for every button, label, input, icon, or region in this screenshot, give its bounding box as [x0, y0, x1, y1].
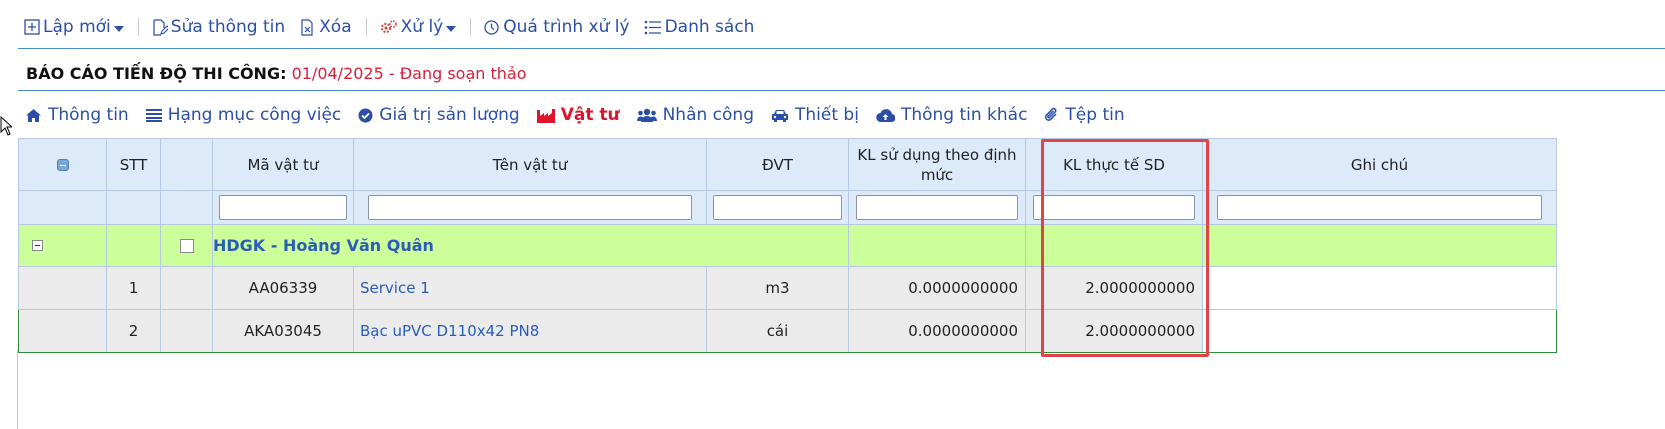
- header-stt[interactable]: STT: [106, 138, 161, 191]
- cell-material-code: AA06339: [212, 266, 354, 310]
- materials-table: STT Mã vật tư Tên vật tư ĐVT KL sử dụng …: [18, 138, 1557, 353]
- cell-stt: 1: [106, 266, 161, 310]
- factory-icon: [536, 108, 555, 123]
- process-button-label: Xử lý: [400, 17, 444, 37]
- filter-note-input[interactable]: [1217, 195, 1542, 220]
- filter-row: [18, 190, 1557, 225]
- collapse-group-icon[interactable]: [32, 239, 43, 251]
- cell-material-name[interactable]: Bạc uPVC D110x42 PN8: [353, 309, 707, 353]
- cell-actual-qty[interactable]: 2.0000000000: [1025, 266, 1203, 310]
- cell-planned-qty: 0.0000000000: [848, 266, 1026, 310]
- table-header: STT Mã vật tư Tên vật tư ĐVT KL sử dụng …: [18, 138, 1557, 191]
- tab-label: Thông tin: [48, 105, 129, 125]
- process-button[interactable]: Xử lý: [379, 17, 457, 37]
- header-expand-cell[interactable]: [18, 138, 107, 191]
- separator: [470, 18, 472, 36]
- page-title-prefix: BÁO CÁO TIẾN ĐỘ THI CÔNG:: [26, 64, 287, 83]
- header-unit[interactable]: ĐVT: [706, 138, 849, 191]
- group-label: HDGK - Hoàng Văn Quân: [212, 224, 849, 267]
- gears-icon: [380, 19, 397, 33]
- cell-material-name[interactable]: Service 1: [353, 266, 707, 310]
- new-button[interactable]: Lập mới: [24, 17, 124, 37]
- separator: [365, 18, 367, 36]
- tab-bar: Thông tin Hạng mục công việc Giá trị sản…: [25, 103, 1142, 127]
- cell-stt: 2: [106, 309, 161, 353]
- tab-other-info[interactable]: Thông tin khác: [876, 105, 1027, 125]
- cell-actual-qty[interactable]: 2.0000000000: [1025, 309, 1203, 353]
- page-title: BÁO CÁO TIẾN ĐỘ THI CÔNG: 01/04/2025 - Đ…: [26, 64, 526, 83]
- header-material-name[interactable]: Tên vật tư: [353, 138, 707, 191]
- edit-icon: [153, 18, 168, 36]
- list-icon: [145, 109, 162, 122]
- toolbar: Lập mới Sửa thông tin Xóa Xử lý Quá trìn…: [24, 14, 768, 40]
- tab-label: Thiết bị: [795, 105, 859, 125]
- car-icon: [772, 109, 788, 122]
- collapse-all-icon[interactable]: [56, 159, 69, 171]
- tab-files[interactable]: Tệp tin: [1044, 105, 1125, 125]
- header-select: [160, 138, 213, 191]
- tab-label: Giá trị sản lượng: [379, 105, 520, 125]
- list-button-label: Danh sách: [664, 17, 755, 37]
- users-icon: [636, 108, 657, 122]
- cell-planned-qty: 0.0000000000: [848, 309, 1026, 353]
- filter-unit-input[interactable]: [712, 195, 843, 220]
- check-circle-icon: [358, 108, 373, 122]
- edit-button[interactable]: Sửa thông tin: [151, 17, 285, 37]
- separator: [137, 18, 139, 36]
- plus-square-icon: [24, 19, 40, 35]
- grid-left-border: [17, 350, 18, 429]
- page-title-status: 01/04/2025 - Đang soạn thảo: [286, 64, 527, 83]
- tab-label: Hạng mục công việc: [167, 105, 342, 125]
- cell-unit: cái: [706, 309, 849, 353]
- group-checkbox[interactable]: [179, 239, 194, 253]
- tab-label: Vật tư: [560, 105, 620, 125]
- tab-materials[interactable]: Vật tư: [536, 105, 620, 125]
- tab-label: Nhân công: [662, 105, 754, 125]
- filter-material-name-input[interactable]: [368, 195, 692, 220]
- list-icon: [644, 20, 661, 34]
- cell-note[interactable]: [1202, 266, 1557, 310]
- list-button[interactable]: Danh sách: [644, 17, 755, 37]
- history-button[interactable]: Quá trình xử lý: [483, 17, 630, 37]
- filter-planned-qty-input[interactable]: [856, 195, 1018, 220]
- divider: [18, 48, 1665, 49]
- chevron-down-icon: [113, 25, 124, 32]
- tab-info[interactable]: Thông tin: [25, 105, 129, 125]
- tab-output-value[interactable]: Giá trị sản lượng: [358, 105, 520, 125]
- delete-file-icon: [301, 18, 313, 36]
- cell-note[interactable]: [1202, 309, 1557, 353]
- home-icon: [26, 108, 41, 122]
- edit-button-label: Sửa thông tin: [170, 17, 286, 37]
- new-button-label: Lập mới: [43, 17, 111, 37]
- header-note[interactable]: Ghi chú: [1202, 138, 1557, 191]
- header-planned-qty[interactable]: KL sử dụng theo định mức: [848, 138, 1026, 191]
- tab-label: Thông tin khác: [900, 105, 1028, 125]
- header-actual-qty[interactable]: KL thực tế SD: [1025, 138, 1203, 191]
- chevron-down-icon: [446, 25, 457, 32]
- clock-icon: [484, 19, 499, 35]
- filter-actual-qty-input[interactable]: [1033, 195, 1195, 220]
- tab-label: Tệp tin: [1065, 105, 1125, 125]
- cell-unit: m3: [706, 266, 849, 310]
- tab-work-items[interactable]: Hạng mục công việc: [145, 105, 342, 125]
- group-row: HDGK - Hoàng Văn Quân: [18, 224, 1557, 267]
- cloud-upload-icon: [876, 108, 895, 122]
- delete-button-label: Xóa: [319, 17, 352, 37]
- history-button-label: Quá trình xử lý: [503, 17, 630, 37]
- header-material-code[interactable]: Mã vật tư: [212, 138, 354, 191]
- table-row[interactable]: 2 AKA03045 Bạc uPVC D110x42 PN8 cái 0.00…: [18, 309, 1557, 353]
- tab-equipment[interactable]: Thiết bị: [771, 105, 859, 125]
- cell-material-code: AKA03045: [212, 309, 354, 353]
- paperclip-icon: [1045, 107, 1057, 121]
- filter-material-code-input[interactable]: [218, 195, 348, 220]
- divider: [18, 90, 1665, 91]
- table-row[interactable]: 1 AA06339 Service 1 m3 0.0000000000 2.00…: [18, 266, 1557, 310]
- tab-labor[interactable]: Nhân công: [636, 105, 754, 125]
- mouse-cursor-icon: [0, 116, 12, 136]
- delete-button[interactable]: Xóa: [299, 17, 352, 37]
